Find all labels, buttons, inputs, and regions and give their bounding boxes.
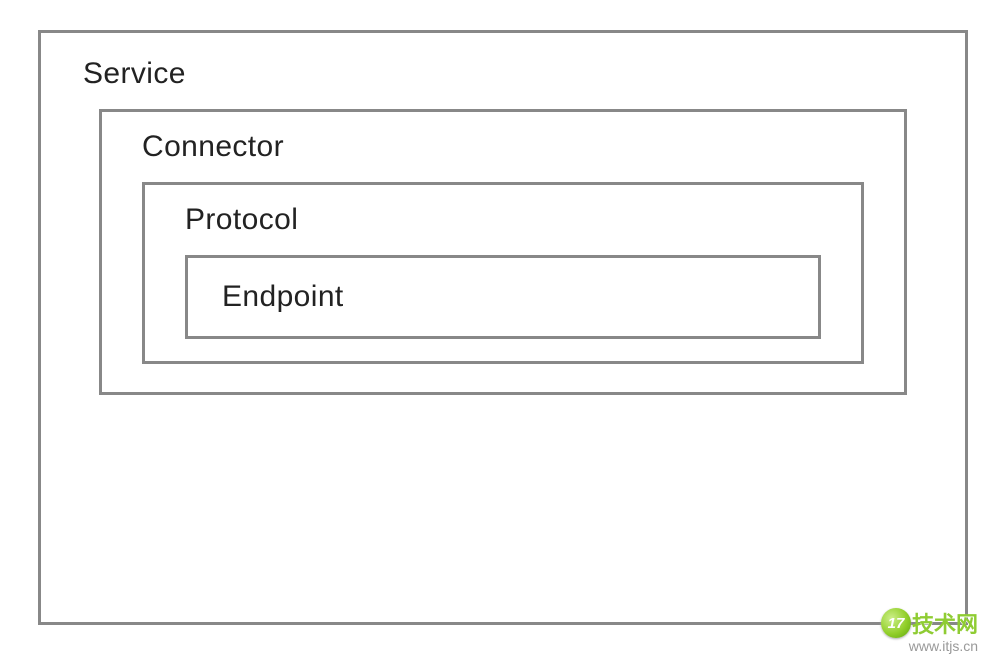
connector-box: Connector Protocol Endpoint <box>99 109 907 395</box>
protocol-label: Protocol <box>185 203 861 237</box>
watermark-url: www.itjs.cn <box>881 638 978 654</box>
protocol-box: Protocol Endpoint <box>142 182 864 364</box>
endpoint-label: Endpoint <box>222 280 818 314</box>
endpoint-box: Endpoint <box>185 255 821 339</box>
connector-label: Connector <box>142 130 904 164</box>
service-box: Service Connector Protocol Endpoint <box>38 30 968 625</box>
service-label: Service <box>83 57 937 91</box>
